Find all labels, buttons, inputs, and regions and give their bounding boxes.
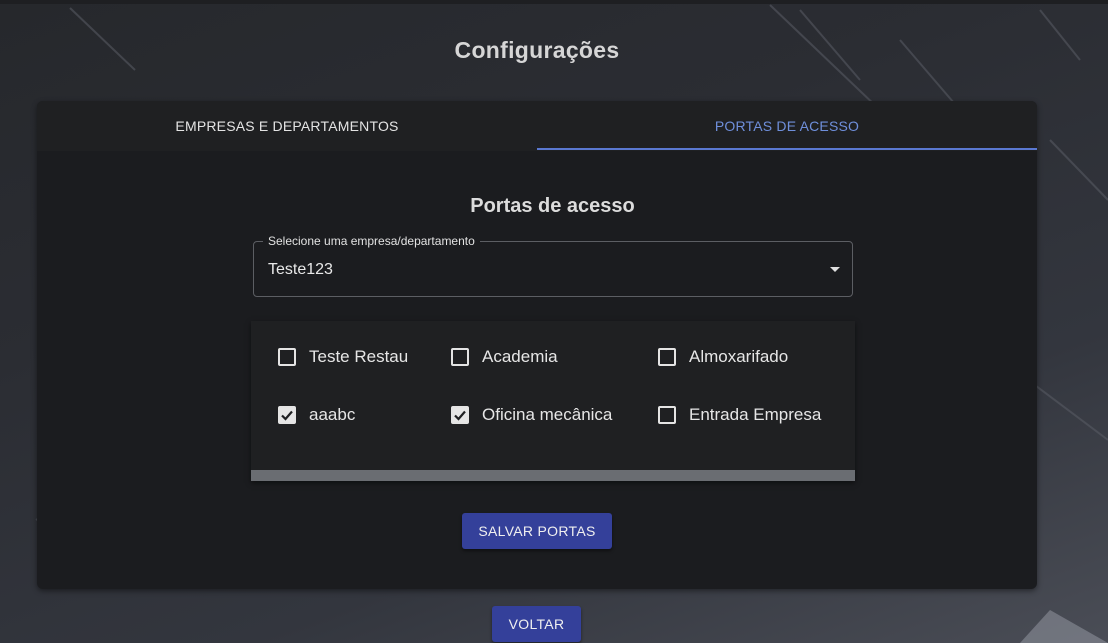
- door-checkbox-item[interactable]: aaabc: [278, 403, 355, 427]
- company-department-select[interactable]: Selecione uma empresa/departamento Teste…: [253, 234, 853, 297]
- door-label: Academia: [482, 347, 558, 366]
- active-tab-indicator: [537, 148, 1037, 150]
- select-label: Selecione uma empresa/departamento: [263, 234, 480, 248]
- checkbox-icon[interactable]: [278, 348, 296, 366]
- door-label: aaabc: [309, 405, 356, 424]
- back-button[interactable]: VOLTAR: [492, 606, 581, 642]
- access-doors-panel: Teste Restau Academia Almoxarifado aaabc…: [251, 321, 855, 481]
- checkbox-icon[interactable]: [658, 406, 676, 424]
- settings-card: EMPRESAS E DEPARTAMENTOS PORTAS DE ACESS…: [37, 101, 1037, 589]
- top-strip: [0, 0, 1108, 4]
- checkbox-icon[interactable]: [451, 348, 469, 366]
- horizontal-scrollbar[interactable]: [251, 470, 855, 481]
- tab-portas-de-acesso[interactable]: PORTAS DE ACESSO: [537, 101, 1037, 151]
- door-label: Almoxarifado: [689, 347, 789, 366]
- checkbox-icon[interactable]: [658, 348, 676, 366]
- door-checkbox-item[interactable]: Oficina mecânica: [451, 403, 612, 427]
- save-doors-button[interactable]: SALVAR PORTAS: [462, 513, 612, 549]
- checkbox-icon[interactable]: [451, 406, 469, 424]
- dropdown-arrow-icon[interactable]: [830, 267, 840, 272]
- tab-empresas-departamentos[interactable]: EMPRESAS E DEPARTAMENTOS: [37, 101, 537, 151]
- door-label: Teste Restau: [309, 347, 409, 366]
- door-label: Entrada Empresa: [689, 405, 822, 424]
- checkbox-icon[interactable]: [278, 406, 296, 424]
- door-checkbox-item[interactable]: Almoxarifado: [658, 345, 788, 369]
- door-label: Oficina mecânica: [482, 405, 613, 424]
- tab-bar: EMPRESAS E DEPARTAMENTOS PORTAS DE ACESS…: [37, 101, 1037, 151]
- door-checkbox-item[interactable]: Teste Restau: [278, 345, 408, 369]
- door-checkbox-item[interactable]: Entrada Empresa: [658, 403, 821, 427]
- door-checkbox-item[interactable]: Academia: [451, 345, 558, 369]
- select-value: Teste123: [268, 261, 333, 278]
- page-title: Configurações: [454, 37, 620, 63]
- section-title: Portas de acesso: [470, 195, 635, 217]
